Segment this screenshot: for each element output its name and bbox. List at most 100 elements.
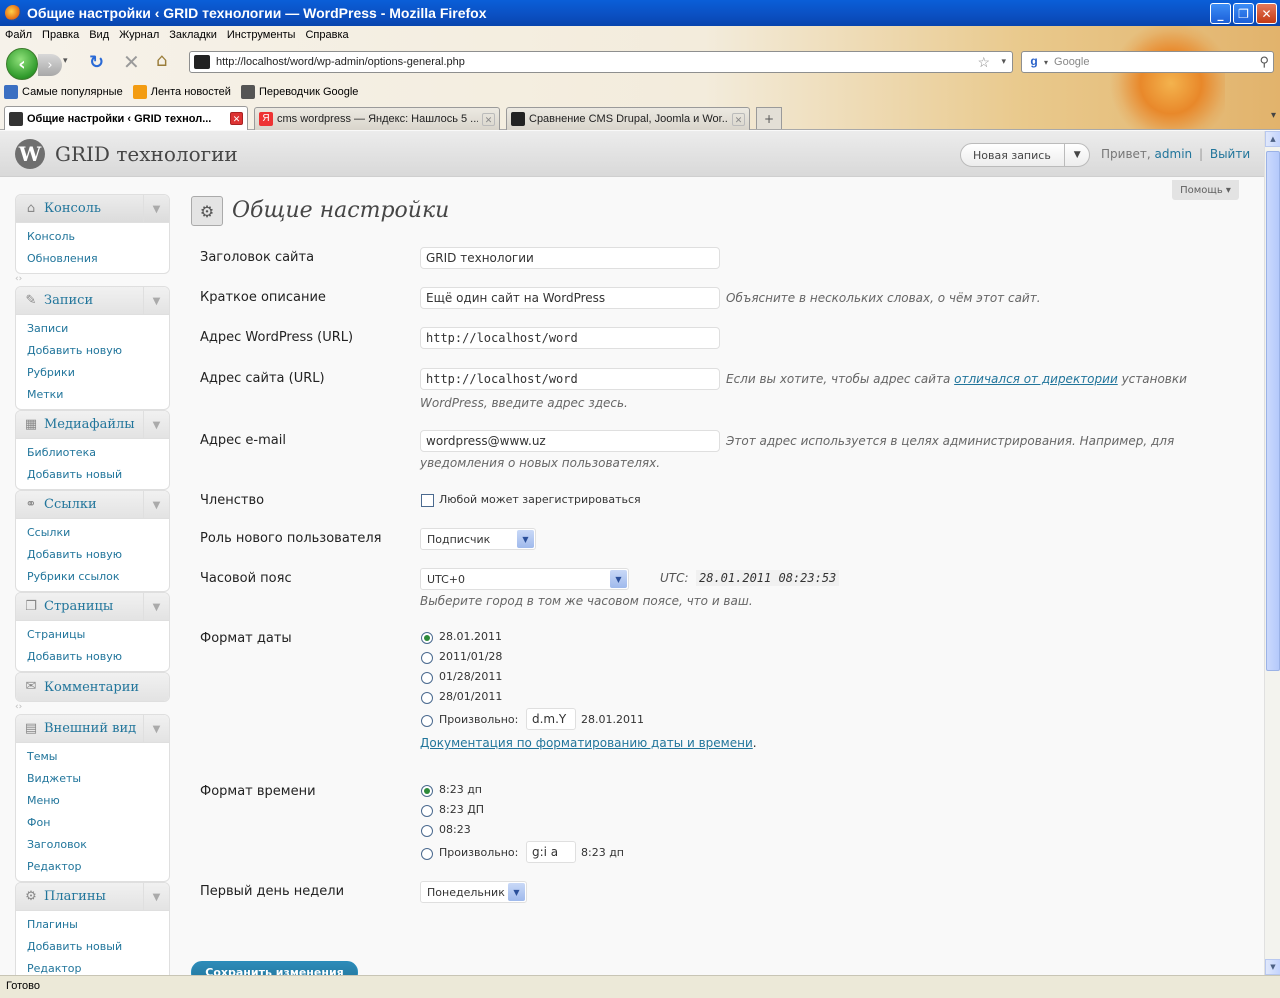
menu-toggle-icon[interactable]: ▼	[143, 491, 169, 519]
submenu-dashboard[interactable]: Консоль	[27, 226, 169, 248]
submenu-library[interactable]: Библиотека	[27, 442, 169, 464]
submenu-posts[interactable]: Записи	[27, 318, 169, 340]
date-documentation-link[interactable]: Документация по форматированию даты и вр…	[420, 736, 753, 750]
submenu-menus[interactable]: Меню	[27, 790, 169, 812]
collapse-arrows-icon[interactable]: ‹›	[15, 702, 22, 712]
submenu-add-new-plugin[interactable]: Добавить новый	[27, 936, 169, 958]
membership-checkbox-label[interactable]: Любой может зарегистрироваться	[439, 493, 641, 506]
history-dropdown-icon[interactable]: ▾	[63, 56, 68, 66]
site-title-input[interactable]: GRID технологии	[420, 247, 720, 269]
custom-label[interactable]: Произвольно:	[439, 846, 518, 859]
bookmark-google-translate[interactable]: Переводчик Google	[240, 85, 358, 99]
menu-edit[interactable]: Правка	[37, 27, 84, 45]
date-format-radio[interactable]	[421, 692, 433, 704]
menu-tools[interactable]: Инструменты	[222, 27, 301, 45]
submenu-tags[interactable]: Метки	[27, 384, 169, 406]
new-post-button[interactable]: Новая запись	[961, 149, 1064, 162]
forward-arrow-icon[interactable]: ›	[38, 54, 62, 76]
custom-label[interactable]: Произвольно:	[439, 713, 518, 726]
time-format-radio[interactable]	[421, 805, 433, 817]
menu-links[interactable]: ⚭ Ссылки ▼	[16, 491, 169, 519]
menu-file[interactable]: Файл	[0, 27, 37, 45]
submenu-add-new-page[interactable]: Добавить новую	[27, 646, 169, 668]
url-dropdown-icon[interactable]: ▾	[1001, 56, 1006, 67]
collapse-arrows-icon[interactable]: ‹›	[15, 274, 22, 284]
tab-cms-comparison[interactable]: Сравнение CMS Drupal, Joomla и Wor... ✕	[506, 107, 750, 130]
submenu-header[interactable]: Заголовок	[27, 834, 169, 856]
tagline-input[interactable]: Ещё один сайт на WordPress	[420, 287, 720, 309]
tab-close-icon[interactable]: ✕	[482, 112, 495, 126]
submenu-add-new-post[interactable]: Добавить новую	[27, 340, 169, 362]
new-post-dropdown[interactable]: Новая запись ▼	[960, 143, 1090, 167]
search-icon[interactable]: ⚲	[1259, 54, 1269, 70]
submenu-background[interactable]: Фон	[27, 812, 169, 834]
menu-toggle-icon[interactable]: ▼	[143, 593, 169, 621]
menu-view[interactable]: Вид	[84, 27, 114, 45]
time-format-option[interactable]: 8:23 дп	[439, 783, 482, 796]
tab-general-settings[interactable]: Общие настройки ‹ GRID технол... ✕	[4, 106, 248, 130]
menu-history[interactable]: Журнал	[114, 27, 164, 45]
scroll-down-icon[interactable]: ▼	[1265, 959, 1280, 975]
scroll-up-icon[interactable]: ▲	[1265, 131, 1280, 147]
chevron-down-icon[interactable]: ▼	[1064, 144, 1089, 166]
date-format-radio[interactable]	[421, 672, 433, 684]
menu-toggle-icon[interactable]: ▼	[143, 715, 169, 743]
week-start-select[interactable]: Понедельник ▼	[420, 881, 527, 903]
scroll-thumb[interactable]	[1266, 151, 1280, 671]
help-button[interactable]: Помощь ▾	[1172, 180, 1239, 200]
time-format-option[interactable]: 08:23	[439, 823, 471, 836]
chevron-down-icon[interactable]: ▼	[517, 530, 534, 548]
different-directory-link[interactable]: отличался от директории	[954, 372, 1118, 386]
submenu-plugin-editor[interactable]: Редактор	[27, 958, 169, 975]
menu-media[interactable]: ▦ Медиафайлы ▼	[16, 411, 169, 439]
menu-appearance[interactable]: ▤ Внешний вид ▼	[16, 715, 169, 743]
menu-comments[interactable]: ✉ Комментарии	[16, 673, 169, 701]
search-bar[interactable]: g ▾ Google ⚲	[1021, 51, 1274, 73]
page-scrollbar[interactable]: ▲ ▼	[1264, 131, 1280, 975]
google-icon[interactable]: g	[1026, 54, 1042, 70]
wordpress-url-input[interactable]: http://localhost/word	[420, 327, 720, 349]
url-text[interactable]: http://localhost/word/wp-admin/options-g…	[216, 56, 465, 68]
site-identity-icon[interactable]	[194, 55, 210, 69]
time-format-custom-input[interactable]: g:i a	[526, 841, 576, 863]
search-engine-dropdown-icon[interactable]: ▾	[1044, 58, 1048, 67]
tab-yandex-search[interactable]: Я cms wordpress — Яндекс: Нашлось 5 ... …	[254, 107, 500, 130]
menu-separator[interactable]: ‹›	[15, 274, 170, 286]
chevron-down-icon[interactable]: ▼	[610, 570, 627, 588]
stop-icon[interactable]: ✕	[123, 50, 140, 74]
minimize-button[interactable]: _	[1210, 3, 1231, 24]
menu-toggle-icon[interactable]: ▼	[143, 195, 169, 223]
menu-help[interactable]: Справка	[300, 27, 353, 45]
url-bar[interactable]: http://localhost/word/wp-admin/options-g…	[189, 51, 1013, 73]
menu-pages[interactable]: ❐ Страницы ▼	[16, 593, 169, 621]
date-format-custom-input[interactable]: d.m.Y	[526, 708, 576, 730]
reload-icon[interactable]: ↻	[89, 52, 104, 73]
submenu-pages[interactable]: Страницы	[27, 624, 169, 646]
date-format-option[interactable]: 28/01/2011	[439, 690, 502, 703]
date-format-radio[interactable]	[421, 652, 433, 664]
menu-toggle-icon[interactable]: ▼	[143, 287, 169, 315]
submenu-link-categories[interactable]: Рубрики ссылок	[27, 566, 169, 588]
site-title[interactable]: GRID технологии	[55, 142, 238, 166]
bookmark-most-visited[interactable]: Самые популярные	[4, 85, 123, 99]
date-format-option[interactable]: 01/28/2011	[439, 670, 502, 683]
menu-bookmarks[interactable]: Закладки	[164, 27, 222, 45]
chevron-down-icon[interactable]: ▼	[508, 883, 525, 901]
submenu-plugins[interactable]: Плагины	[27, 914, 169, 936]
tab-close-icon[interactable]: ✕	[230, 112, 243, 125]
submenu-categories[interactable]: Рубрики	[27, 362, 169, 384]
submenu-widgets[interactable]: Виджеты	[27, 768, 169, 790]
tab-close-icon[interactable]: ✕	[732, 112, 745, 126]
time-format-option[interactable]: 8:23 ДП	[439, 803, 484, 816]
bookmark-news-feed[interactable]: Лента новостей	[132, 85, 231, 99]
home-icon[interactable]: ⌂	[156, 50, 167, 71]
new-tab-icon[interactable]: +	[756, 107, 782, 129]
menu-toggle-icon[interactable]: ▼	[143, 883, 169, 911]
time-format-custom-radio[interactable]	[421, 848, 433, 860]
user-profile-link[interactable]: admin	[1155, 147, 1193, 161]
site-url-input[interactable]: http://localhost/word	[420, 368, 720, 390]
bookmark-star-icon[interactable]: ☆	[977, 54, 990, 71]
date-format-option[interactable]: 28.01.2011	[439, 630, 502, 643]
submenu-add-new-media[interactable]: Добавить новый	[27, 464, 169, 486]
maximize-button[interactable]: ❐	[1233, 3, 1254, 24]
